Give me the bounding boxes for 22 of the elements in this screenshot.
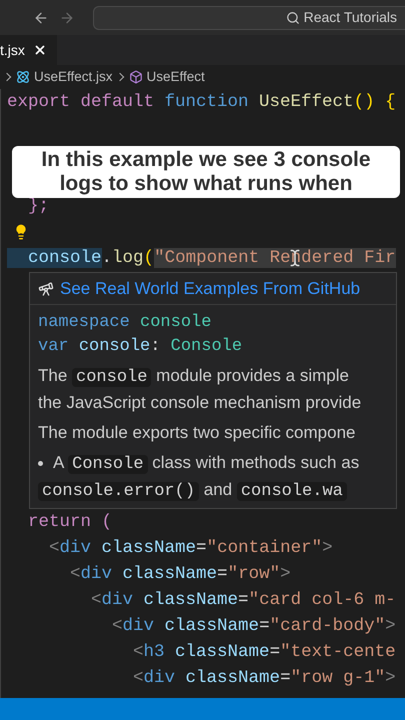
code-line: <div className="card-body"> xyxy=(111,615,396,638)
doc-text: The module exports two specific compone xyxy=(38,423,356,442)
doc-text: the JavaScript console mechanism provide xyxy=(38,393,362,412)
doc-text: The console module provides a simple xyxy=(38,366,349,385)
doc-text: console.error() and console.wa xyxy=(38,480,347,499)
code-line: }; xyxy=(27,195,50,218)
breadcrumb-item[interactable]: UseEffect xyxy=(146,66,205,88)
code-line: <div className="card col-6 m- xyxy=(90,589,396,612)
code-line: export default function UseEffect() { xyxy=(7,91,396,114)
code-line: <div className="row"> xyxy=(69,563,291,586)
code-line: <h3 className="text-cente xyxy=(132,641,396,664)
search-field[interactable]: React Tutorials xyxy=(93,6,405,30)
signature-line: var console: Console xyxy=(38,336,242,358)
github-link[interactable]: See Real World Examples From GitHub xyxy=(60,276,360,302)
doc-text: A Console class with methods such as xyxy=(53,452,360,476)
caption: In this example we see 3 console logs to show what runs when xyxy=(12,146,400,198)
editor-tab[interactable]: t.jsx xyxy=(0,35,57,65)
code-line: <div className="row g-1"> xyxy=(132,667,396,690)
signature-line: namespace console xyxy=(38,312,212,334)
breadcrumb-item[interactable]: UseEffect.jsx xyxy=(34,66,113,88)
code-line: return ( xyxy=(27,511,112,534)
code-line: <div className="container"> xyxy=(48,537,333,560)
